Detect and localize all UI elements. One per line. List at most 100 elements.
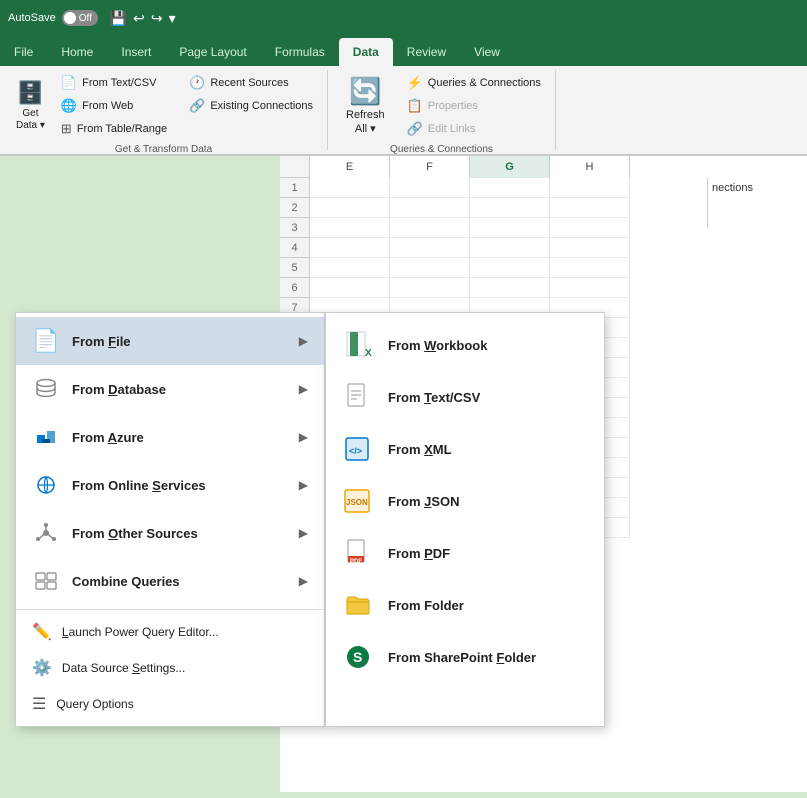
get-data-group: 🗄️ GetData ▾ 📄 From Text/CSV 🌐 From Web … bbox=[0, 70, 328, 150]
workbook-icon: X bbox=[342, 329, 374, 361]
grid-cell[interactable] bbox=[310, 198, 390, 218]
grid-cell[interactable] bbox=[310, 218, 390, 238]
sub-item-json[interactable]: JSON From JSON bbox=[326, 475, 604, 527]
redo-icon[interactable]: ↪ bbox=[151, 10, 163, 27]
combine-arrow: ▶ bbox=[299, 574, 308, 588]
row-number: 3 bbox=[280, 218, 310, 238]
sub-item-pdf[interactable]: PDF From PDF bbox=[326, 527, 604, 579]
combine-icon bbox=[32, 567, 60, 595]
from-other-arrow: ▶ bbox=[299, 526, 308, 540]
undo-icon[interactable]: ↩ bbox=[133, 10, 145, 27]
grid-cell[interactable] bbox=[550, 278, 630, 298]
recent-sources-label: Recent Sources bbox=[210, 77, 288, 89]
menu-item-from-file[interactable]: 📄 From File ▶ bbox=[16, 317, 324, 365]
title-bar-icons: 💾 ↩ ↪ ▾ bbox=[110, 10, 176, 27]
grid-cell[interactable] bbox=[310, 238, 390, 258]
sub-item-workbook[interactable]: X From Workbook bbox=[326, 319, 604, 371]
autosave-label: AutoSave bbox=[8, 12, 56, 24]
grid-cell[interactable] bbox=[550, 178, 630, 198]
grid-cell[interactable] bbox=[470, 278, 550, 298]
data-source-label: Data Source Settings... bbox=[62, 661, 185, 675]
grid-cell[interactable] bbox=[390, 278, 470, 298]
queries-connections-icon: ⚡ bbox=[407, 75, 423, 91]
from-other-label: From Other Sources bbox=[72, 526, 287, 541]
dropdown-overlay: 📄 From File ▶ From Database ▶ bbox=[15, 312, 605, 727]
grid-cell[interactable] bbox=[390, 178, 470, 198]
from-web-icon: 🌐 bbox=[61, 98, 77, 114]
menu-item-from-database[interactable]: From Database ▶ bbox=[16, 365, 324, 413]
grid-cell[interactable] bbox=[390, 238, 470, 258]
refresh-all-button[interactable]: 🔄 RefreshAll ▾ bbox=[336, 70, 395, 142]
autosave-toggle[interactable]: Off bbox=[62, 10, 98, 26]
svg-text:PDF: PDF bbox=[350, 559, 362, 565]
grid-cell[interactable] bbox=[550, 238, 630, 258]
sub-item-sharepoint[interactable]: S From SharePoint Folder bbox=[326, 631, 604, 683]
grid-cell[interactable] bbox=[310, 178, 390, 198]
menu-item-from-online[interactable]: From Online Services ▶ bbox=[16, 461, 324, 509]
menu-item-query-options[interactable]: ☰ Query Options bbox=[16, 686, 324, 722]
ribbon-tabs: File Home Insert Page Layout Formulas Da… bbox=[0, 36, 807, 66]
grid-cell[interactable] bbox=[390, 258, 470, 278]
grid-cell[interactable] bbox=[470, 258, 550, 278]
grid-cell[interactable] bbox=[550, 198, 630, 218]
sharepoint-icon: S bbox=[342, 641, 374, 673]
queries-group-label: Queries & Connections bbox=[390, 142, 493, 155]
grid-cell[interactable] bbox=[470, 198, 550, 218]
from-file-icon: 📄 bbox=[32, 327, 60, 355]
grid-row: 6 bbox=[280, 278, 807, 298]
refresh-buttons: 🔄 RefreshAll ▾ ⚡ Queries & Connections 📋… bbox=[336, 70, 547, 142]
grid-cell[interactable] bbox=[470, 178, 550, 198]
tab-data[interactable]: Data bbox=[339, 38, 393, 66]
sharepoint-label: From SharePoint Folder bbox=[388, 650, 536, 665]
grid-cell[interactable] bbox=[470, 218, 550, 238]
grid-cell[interactable] bbox=[550, 258, 630, 278]
existing-connections-icon: 🔗 bbox=[189, 98, 205, 114]
tab-page-layout[interactable]: Page Layout bbox=[165, 38, 260, 66]
grid-cell[interactable] bbox=[470, 238, 550, 258]
autosave-area: AutoSave Off bbox=[8, 10, 98, 26]
from-text-csv-button[interactable]: 📄 From Text/CSV bbox=[55, 72, 173, 94]
tab-review[interactable]: Review bbox=[393, 38, 460, 66]
from-web-button[interactable]: 🌐 From Web bbox=[55, 95, 173, 117]
row-number: 2 bbox=[280, 198, 310, 218]
properties-button[interactable]: 📋 Properties bbox=[401, 95, 547, 117]
grid-cell[interactable] bbox=[390, 218, 470, 238]
menu-item-power-query[interactable]: ✏️ Launch Power Query Editor... bbox=[16, 614, 324, 650]
refresh-group: 🔄 RefreshAll ▾ ⚡ Queries & Connections 📋… bbox=[328, 70, 556, 150]
queries-small-buttons: ⚡ Queries & Connections 📋 Properties 🔗 E… bbox=[397, 70, 547, 142]
row-number: 4 bbox=[280, 238, 310, 258]
edit-links-button[interactable]: 🔗 Edit Links bbox=[401, 118, 547, 140]
grid-cell[interactable] bbox=[310, 258, 390, 278]
existing-connections-button[interactable]: 🔗 Existing Connections bbox=[183, 95, 319, 117]
queries-connections-button[interactable]: ⚡ Queries & Connections bbox=[401, 72, 547, 94]
from-table-range-button[interactable]: ⊞ From Table/Range bbox=[55, 118, 173, 140]
menu-item-from-other[interactable]: From Other Sources ▶ bbox=[16, 509, 324, 557]
tab-view[interactable]: View bbox=[460, 38, 514, 66]
existing-connections-label: Existing Connections bbox=[210, 100, 313, 112]
menu-item-data-source[interactable]: ⚙️ Data Source Settings... bbox=[16, 650, 324, 686]
recent-sources-button[interactable]: 🕐 Recent Sources bbox=[183, 72, 319, 94]
from-azure-icon bbox=[32, 423, 60, 451]
save-icon[interactable]: 💾 bbox=[110, 10, 127, 27]
json-icon: JSON bbox=[342, 485, 374, 517]
customize-icon[interactable]: ▾ bbox=[169, 10, 176, 27]
tab-home[interactable]: Home bbox=[47, 38, 107, 66]
get-data-button[interactable]: 🗄️ GetData ▾ bbox=[8, 70, 53, 142]
tab-formulas[interactable]: Formulas bbox=[261, 38, 339, 66]
grid-cell[interactable] bbox=[310, 278, 390, 298]
sub-item-text-csv[interactable]: From Text/CSV bbox=[326, 371, 604, 423]
menu-item-combine[interactable]: Combine Queries ▶ bbox=[16, 557, 324, 605]
folder-icon bbox=[342, 589, 374, 621]
sub-item-xml[interactable]: </> From XML bbox=[326, 423, 604, 475]
sub-item-folder[interactable]: From Folder bbox=[326, 579, 604, 631]
queries-connections-label: Queries & Connections bbox=[428, 77, 541, 89]
sub-menu-from-file: X From Workbook From Text/CSV bbox=[325, 312, 605, 727]
tab-insert[interactable]: Insert bbox=[107, 38, 165, 66]
edit-links-label: Edit Links bbox=[428, 123, 476, 135]
grid-cell[interactable] bbox=[550, 218, 630, 238]
grid-cell[interactable] bbox=[390, 198, 470, 218]
from-other-icon bbox=[32, 519, 60, 547]
menu-item-from-azure[interactable]: From Azure ▶ bbox=[16, 413, 324, 461]
tab-file[interactable]: File bbox=[0, 38, 47, 66]
connections-label: nections bbox=[712, 182, 753, 194]
